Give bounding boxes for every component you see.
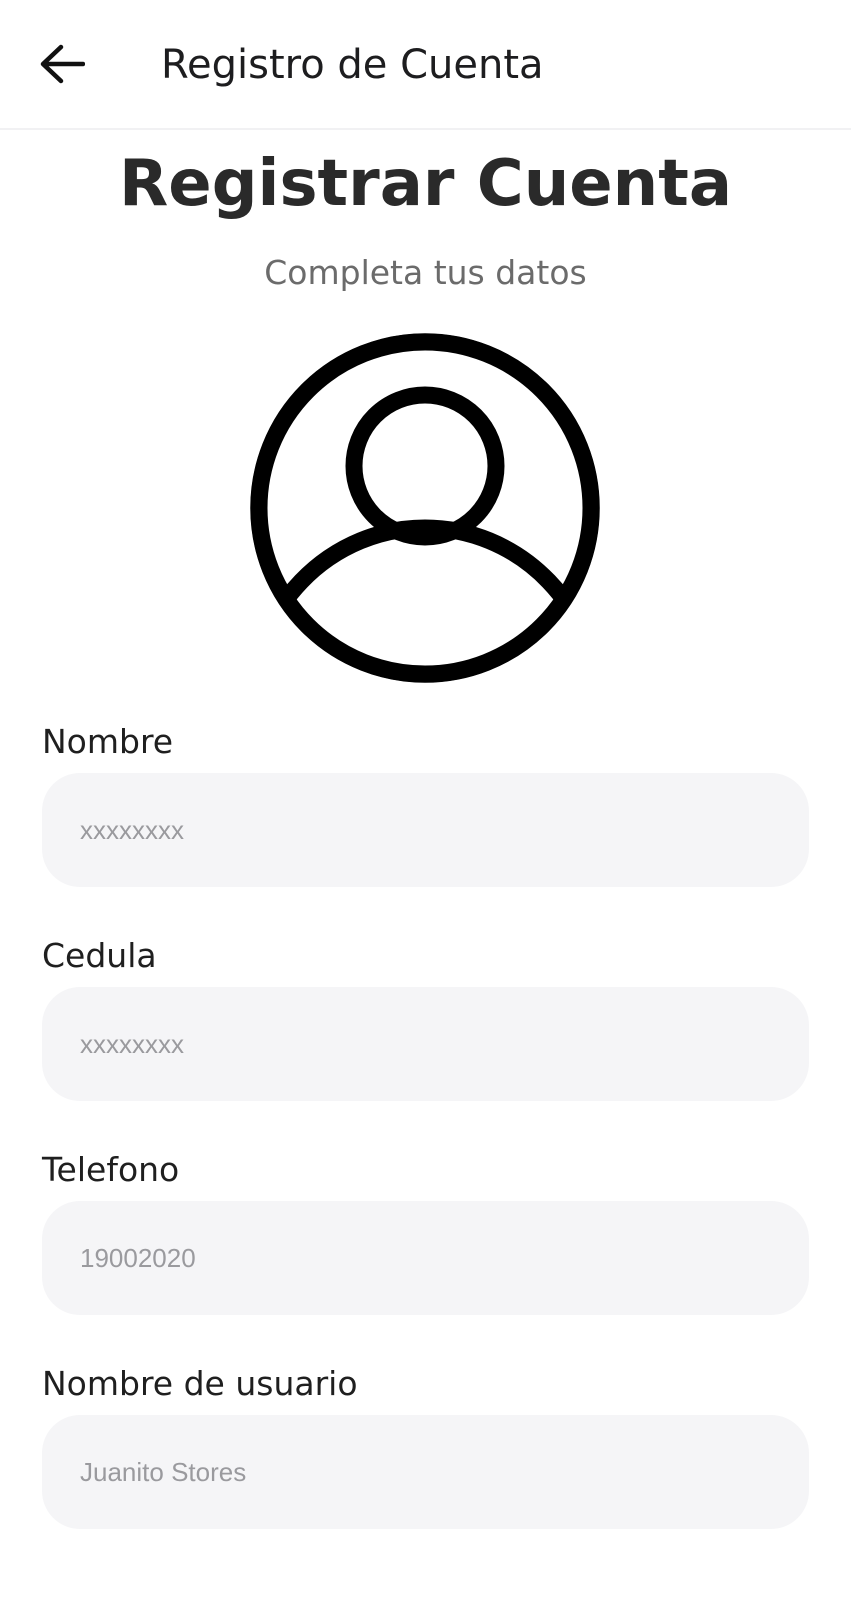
profile-avatar[interactable] (247, 330, 603, 686)
nombre-label: Nombre (42, 722, 174, 761)
nombre-input[interactable] (42, 773, 809, 887)
cedula-input[interactable] (42, 987, 809, 1101)
page-subtitle: Completa tus datos (264, 253, 587, 292)
page-title: Registrar Cuenta (119, 147, 732, 221)
back-button[interactable] (30, 32, 94, 96)
username-label: Nombre de usuario (42, 1364, 358, 1403)
arrow-left-icon (40, 44, 85, 84)
app-bar-title: Registro de Cuenta (161, 42, 544, 88)
telefono-label: Telefono (42, 1150, 180, 1189)
username-input[interactable] (42, 1415, 809, 1529)
app-bar: Registro de Cuenta (0, 0, 851, 130)
telefono-input[interactable] (42, 1201, 809, 1315)
cedula-label: Cedula (42, 936, 157, 975)
user-circle-icon (250, 333, 600, 683)
